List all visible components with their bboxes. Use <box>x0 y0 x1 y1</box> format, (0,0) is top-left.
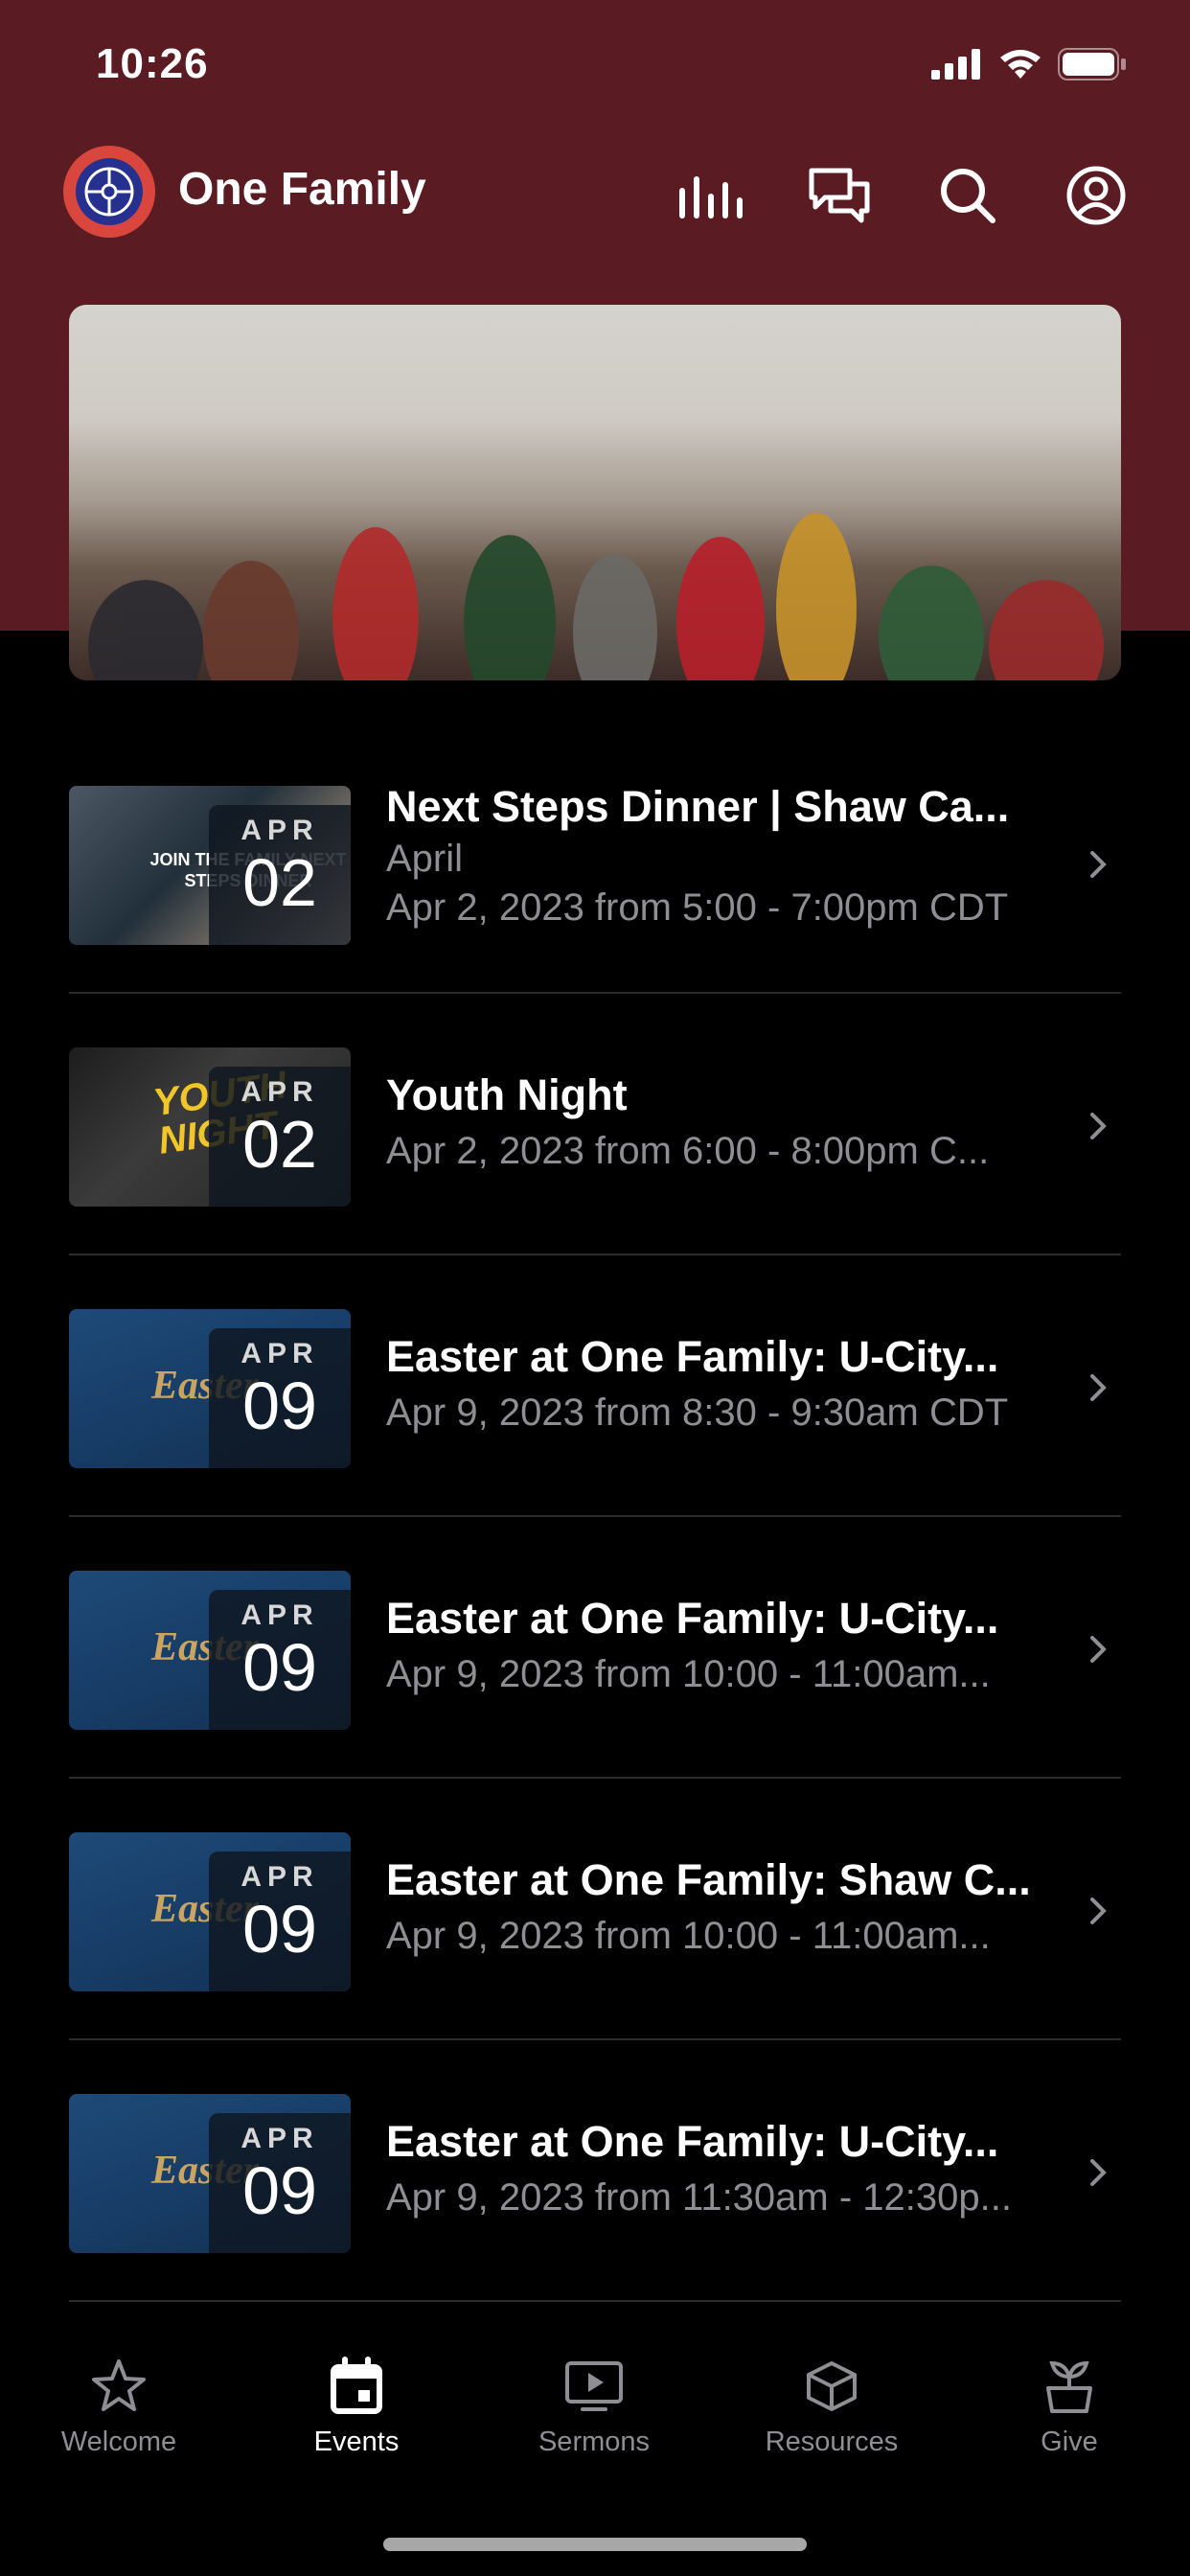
date-month: APR <box>240 1599 319 1631</box>
chevron-right-icon <box>1090 1898 1107 1924</box>
chevron-right-icon <box>1090 1636 1107 1663</box>
event-row[interactable]: YOUTH NIGHT APR 02 Youth Night Apr 2, 20… <box>69 994 1121 1255</box>
date-day: 02 <box>242 1107 317 1182</box>
event-title: Easter at One Family: U-City... <box>386 1332 999 1381</box>
date-day: 09 <box>242 1630 317 1705</box>
date-badge: APR 09 <box>209 1852 351 1991</box>
chevron-right-icon <box>1090 851 1107 878</box>
crowd-illustration <box>88 512 1104 680</box>
tab-sermons[interactable]: Sermons <box>489 2356 699 2458</box>
video-icon <box>565 2361 623 2411</box>
chevron-right-icon <box>1090 1113 1107 1139</box>
event-thumbnail: JOIN THE FAMILY NEXT STEPS DINNER APR 02 <box>69 786 351 945</box>
event-time: Apr 9, 2023 from 8:30 - 9:30am CDT <box>386 1392 1009 1434</box>
date-month: APR <box>240 2123 319 2154</box>
tab-events[interactable]: Events <box>251 2356 462 2458</box>
date-month: APR <box>240 1076 319 1108</box>
event-row[interactable]: Easter APR 09 Easter at One Family: U-Ci… <box>69 1517 1121 1779</box>
event-title: Easter at One Family: U-City... <box>386 2117 999 2166</box>
date-month: APR <box>240 1338 319 1369</box>
date-badge: APR 02 <box>209 1067 351 1207</box>
tab-bar: Welcome Events Sermons Resources Give <box>0 2304 1190 2576</box>
date-day: 09 <box>242 2153 317 2228</box>
event-thumbnail: Easter APR 09 <box>69 1832 351 1991</box>
date-badge: APR 09 <box>209 1328 351 1468</box>
tab-label: Sermons <box>538 2426 651 2457</box>
date-day: 02 <box>242 845 317 920</box>
date-badge: APR 02 <box>209 805 351 945</box>
date-day: 09 <box>242 1892 317 1966</box>
event-time: Apr 9, 2023 from 10:00 - 11:00am... <box>386 1915 991 1957</box>
app-header: One Family <box>0 134 1190 249</box>
event-title: Easter at One Family: Shaw C... <box>386 1855 1031 1904</box>
battery-icon <box>1058 48 1126 80</box>
event-row[interactable]: Easter APR 09 Easter at One Family: U-Ci… <box>69 1255 1121 1517</box>
date-month: APR <box>240 1861 319 1893</box>
cross-logo-icon <box>84 167 134 217</box>
event-time: Apr 9, 2023 from 11:30am - 12:30p... <box>386 2176 1012 2219</box>
app-title: One Family <box>178 164 426 215</box>
plant-icon <box>1046 2360 1092 2413</box>
tab-label: Welcome <box>60 2426 177 2457</box>
cellular-signal-icon <box>931 49 980 80</box>
chevron-right-icon <box>1090 2159 1107 2186</box>
event-row[interactable]: JOIN THE FAMILY NEXT STEPS DINNER APR 02… <box>69 732 1121 994</box>
tab-give[interactable]: Give <box>964 2356 1175 2458</box>
event-time: Apr 2, 2023 from 6:00 - 8:00pm C... <box>386 1130 990 1172</box>
tab-resources[interactable]: Resources <box>726 2356 937 2458</box>
event-title: Next Steps Dinner | Shaw Ca... <box>386 782 1010 831</box>
tab-label: Events <box>313 2426 400 2457</box>
date-day: 09 <box>242 1368 317 1443</box>
box-icon <box>807 2361 857 2411</box>
event-row[interactable]: Easter APR 09 Easter at One Family: U-Ci… <box>69 2040 1121 2302</box>
event-thumbnail: Easter APR 09 <box>69 1309 351 1468</box>
tab-welcome[interactable]: Welcome <box>13 2356 224 2458</box>
event-time: Apr 9, 2023 from 10:00 - 11:00am... <box>386 1653 991 1695</box>
hero-image[interactable] <box>69 305 1121 680</box>
event-thumbnail: Easter APR 09 <box>69 1571 351 1730</box>
event-title: Youth Night <box>386 1070 628 1119</box>
event-thumbnail: YOUTH NIGHT APR 02 <box>69 1047 351 1207</box>
profile-icon[interactable] <box>1056 155 1136 236</box>
status-bar: 10:26 <box>0 0 1190 134</box>
date-badge: APR 09 <box>209 2113 351 2253</box>
wifi-icon <box>1000 50 1041 79</box>
event-thumbnail: Easter APR 09 <box>69 2094 351 2253</box>
star-icon <box>92 2359 146 2411</box>
date-month: APR <box>240 815 319 846</box>
chat-icon[interactable] <box>799 155 880 236</box>
audio-bars-icon[interactable] <box>671 155 751 236</box>
chevron-right-icon <box>1090 1374 1107 1401</box>
church-logo <box>63 146 155 238</box>
search-icon[interactable] <box>927 155 1008 236</box>
status-time: 10:26 <box>96 40 209 87</box>
event-subtitle: April <box>386 838 464 880</box>
calendar-icon <box>331 2357 382 2414</box>
event-title: Easter at One Family: U-City... <box>386 1594 999 1643</box>
tab-label: Resources <box>765 2426 899 2457</box>
date-badge: APR 09 <box>209 1590 351 1730</box>
home-indicator[interactable] <box>383 2538 807 2551</box>
event-row[interactable]: Easter APR 09 Easter at One Family: Shaw… <box>69 1779 1121 2040</box>
event-time: Apr 2, 2023 from 5:00 - 7:00pm CDT <box>386 886 1009 929</box>
tab-label: Give <box>1041 2426 1098 2457</box>
event-list: JOIN THE FAMILY NEXT STEPS DINNER APR 02… <box>69 732 1121 2302</box>
status-icons <box>931 48 1127 80</box>
